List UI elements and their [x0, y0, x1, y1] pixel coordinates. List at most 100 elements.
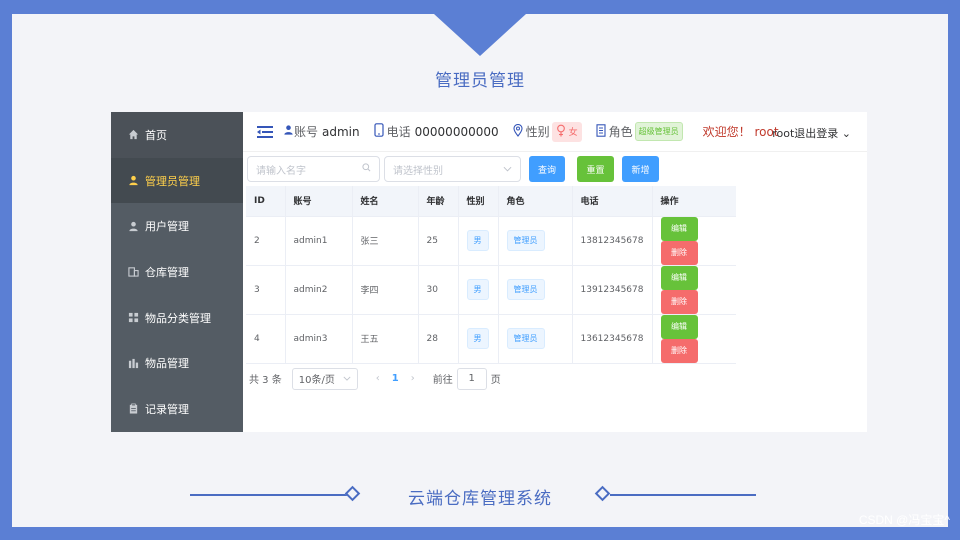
chart-icon [127, 357, 139, 369]
footer-line-right [610, 494, 756, 496]
sidebar-item-home[interactable]: 首页 [111, 112, 243, 158]
table-row: 2 admin1 张三 25 男 管理员 13812345678 编辑删除 [246, 216, 736, 266]
header-phone: 电话 00000000000 [374, 123, 499, 140]
header-role: 角色 超级管理员 [596, 122, 683, 141]
sidebar-item-label: 记录管理 [145, 402, 189, 416]
cell-gender: 男 [458, 265, 499, 315]
cell-actions: 编辑删除 [652, 216, 736, 266]
user-icon [127, 175, 139, 187]
female-icon [556, 124, 566, 140]
edit-button[interactable]: 编辑 [660, 314, 698, 339]
pagination: 共 3 条 10条/页 ‹ 1 › 前往 1 页 [243, 364, 867, 394]
name-search-input[interactable]: 请输入名字 [247, 156, 380, 182]
sidebar-item-label: 管理员管理 [145, 174, 200, 188]
cell-name: 李四 [352, 265, 419, 315]
clipboard-icon [127, 403, 139, 415]
pager-current-page[interactable]: 1 [392, 373, 399, 384]
delete-button[interactable]: 删除 [660, 240, 698, 265]
admin-table: ID 账号 姓名 年龄 性别 角色 电话 操作 2 admin1 张三 25 男 [246, 186, 736, 364]
cell-gender: 男 [458, 216, 499, 266]
sidebar-item-label: 物品管理 [145, 357, 189, 371]
goto-suffix: 页 [490, 375, 501, 386]
sidebar-item-label: 用户管理 [145, 220, 189, 234]
cell-age: 30 [418, 265, 459, 315]
col-id: ID [246, 186, 286, 217]
gender-chip: 男 [466, 279, 489, 300]
sidebar-item-category[interactable]: 物品分类管理 [111, 295, 243, 341]
table-row: 3 admin2 李四 30 男 管理员 13912345678 编辑删除 [246, 265, 736, 315]
col-actions: 操作 [652, 186, 736, 217]
cell-name: 张三 [352, 216, 419, 266]
col-phone: 电话 [572, 186, 653, 217]
cell-role: 管理员 [498, 314, 573, 364]
phone-label: 电话 [386, 125, 411, 139]
sidebar-item-admin[interactable]: 管理员管理 [111, 157, 243, 204]
watermark: CSDN @冯宝宝^ [858, 513, 950, 527]
user-icon [127, 220, 139, 232]
gender-tag: 女 [551, 121, 582, 142]
cell-account: admin1 [285, 216, 353, 266]
gender-label: 性别 [525, 125, 550, 139]
sidebar-item-records[interactable]: 记录管理 [111, 386, 243, 432]
cell-gender: 男 [458, 314, 499, 364]
query-button[interactable]: 查询 [529, 156, 565, 182]
prev-page-icon[interactable]: ‹ [376, 373, 380, 384]
logout-dropdown[interactable]: root退出登录 ⌄ [772, 125, 851, 141]
next-page-icon[interactable]: › [411, 373, 415, 384]
cell-role: 管理员 [498, 265, 573, 315]
document-icon [596, 123, 606, 140]
sidebar-item-goods[interactable]: 物品管理 [111, 340, 243, 386]
sidebar-item-label: 物品分类管理 [145, 311, 211, 325]
cell-age: 28 [418, 314, 459, 364]
col-age: 年龄 [418, 186, 459, 217]
col-name: 姓名 [352, 186, 419, 217]
location-icon [513, 123, 523, 140]
goto-page-input[interactable]: 1 [456, 367, 487, 390]
chevron-down-icon [503, 164, 512, 175]
header-bar: 账号 admin 电话 00000000000 性别 女 角色 超级管理员 欢迎… [243, 112, 867, 152]
cell-actions: 编辑删除 [652, 314, 736, 364]
user-icon [283, 124, 294, 139]
sidebar-item-label: 仓库管理 [145, 265, 189, 279]
header-account: 账号 admin [283, 123, 360, 140]
cell-name: 王五 [352, 314, 419, 364]
footer-title: 云端仓库管理系统 [408, 489, 552, 509]
cell-age: 25 [418, 216, 459, 266]
cell-phone: 13812345678 [572, 216, 653, 266]
reset-button[interactable]: 重置 [577, 156, 614, 182]
gender-select-placeholder: 请选择性别 [393, 165, 443, 177]
col-role: 角色 [498, 186, 573, 217]
gender-select[interactable]: 请选择性别 [384, 156, 521, 182]
header-gender: 性别 女 [513, 121, 582, 142]
cell-id: 4 [246, 314, 286, 364]
phone-value: 00000000000 [414, 124, 499, 139]
sidebar-item-users[interactable]: 用户管理 [111, 203, 243, 249]
add-button[interactable]: 新增 [622, 156, 659, 182]
account-value: admin [322, 124, 360, 139]
gender-chip: 男 [466, 328, 489, 349]
role-chip: 管理员 [506, 328, 545, 349]
delete-button[interactable]: 删除 [660, 338, 698, 363]
role-label: 角色 [608, 125, 633, 139]
menu-fold-icon[interactable] [257, 125, 273, 139]
warehouse-icon [127, 266, 139, 278]
slide-title: 管理员管理 [435, 71, 525, 91]
cell-actions: 编辑删除 [652, 265, 736, 315]
cell-id: 3 [246, 265, 286, 315]
cell-account: admin3 [285, 314, 353, 364]
delete-button[interactable]: 删除 [660, 289, 698, 314]
cell-phone: 13612345678 [572, 314, 653, 364]
main-content: 账号 admin 电话 00000000000 性别 女 角色 超级管理员 欢迎… [243, 112, 867, 432]
col-account: 账号 [285, 186, 353, 217]
mobile-icon [374, 123, 384, 140]
edit-button[interactable]: 编辑 [660, 265, 698, 290]
page-size-select[interactable]: 10条/页 [291, 367, 358, 390]
sidebar-item-label: 首页 [145, 128, 167, 142]
app-window: 首页 管理员管理 用户管理 仓库管理 物品分类管理 物品管理 记录管理 账号 a… [111, 112, 867, 432]
edit-button[interactable]: 编辑 [660, 216, 698, 241]
goto-prefix: 前往 [432, 375, 453, 386]
cell-account: admin2 [285, 265, 353, 315]
home-icon [127, 129, 139, 141]
sidebar-item-warehouse[interactable]: 仓库管理 [111, 249, 243, 295]
pager-total: 共 3 条 [249, 375, 282, 386]
